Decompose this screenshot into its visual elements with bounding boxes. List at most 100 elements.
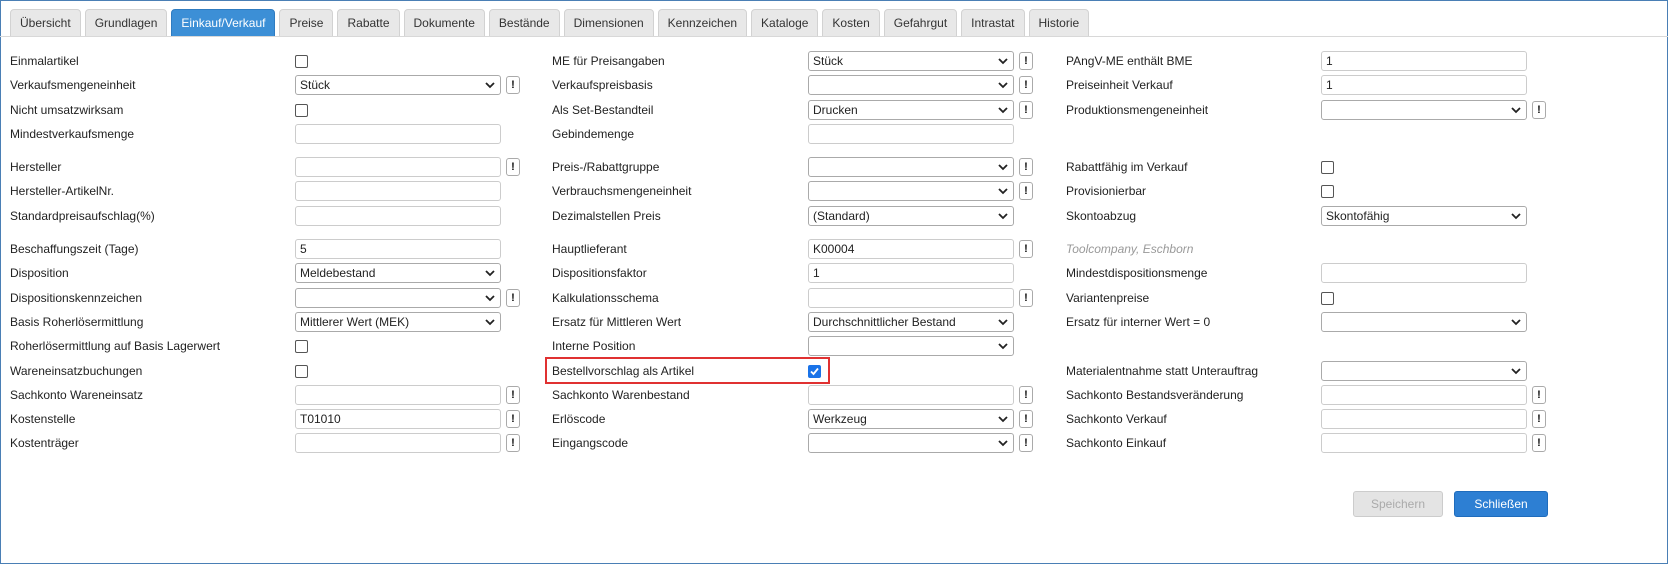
input-pangv[interactable]: 1 (1321, 51, 1527, 71)
input-sachkonto-verkauf[interactable] (1321, 409, 1527, 429)
select-verbrauchsmengeneinheit[interactable] (808, 181, 1014, 201)
label-interne-position: Interne Position (552, 339, 636, 353)
tab-dimensionen[interactable]: Dimensionen (563, 9, 654, 37)
select-set-bestandteil[interactable]: Drucken (808, 100, 1014, 120)
input-gebindemenge[interactable] (808, 124, 1014, 144)
label-sachkonto-bestandsveraenderung: Sachkonto Bestandsveränderung (1066, 388, 1244, 402)
close-button[interactable]: Schließen (1454, 491, 1548, 517)
input-kostenstelle[interactable]: T01010 (295, 409, 501, 429)
tab-historie[interactable]: Historie (1028, 9, 1090, 37)
info-button-set-bestandteil[interactable]: ! (1019, 101, 1033, 119)
info-button-sachkonto-bestandsveraenderung[interactable]: ! (1532, 386, 1546, 404)
tab-rabatte[interactable]: Rabatte (337, 9, 400, 37)
select-dispositionskennzeichen[interactable] (295, 288, 501, 308)
select-verkaufspreisbasis[interactable] (808, 75, 1014, 95)
label-sachkonto-warenbestand: Sachkonto Warenbestand (552, 388, 690, 402)
input-hersteller-artikelnr[interactable] (295, 181, 501, 201)
tab-grundlagen[interactable]: Grundlagen (84, 9, 168, 37)
tab-bestaende[interactable]: Bestände (488, 9, 560, 37)
label-erloescode: Erlöscode (552, 412, 606, 426)
tab-kennzeichen[interactable]: Kennzeichen (657, 9, 748, 37)
input-sachkonto-einkauf[interactable] (1321, 433, 1527, 453)
select-ersatz-interner-wert[interactable] (1321, 312, 1527, 332)
checkbox-bestellvorschlag[interactable] (808, 365, 821, 378)
input-standardpreisaufschlag[interactable] (295, 206, 501, 226)
select-value: Mittlerer Wert (MEK) (300, 315, 410, 329)
select-basis-roherloesermittlung[interactable]: Mittlerer Wert (MEK) (295, 312, 501, 332)
info-button-hersteller[interactable]: ! (506, 158, 520, 176)
checkbox-wareneinsatzbuchungen[interactable] (295, 365, 308, 378)
select-eingangscode[interactable] (808, 433, 1014, 453)
chevron-down-icon (998, 58, 1008, 65)
chevron-down-icon (998, 164, 1008, 171)
tab-preise[interactable]: Preise (279, 9, 334, 37)
save-button[interactable]: Speichern (1353, 491, 1443, 517)
input-mindestdispositionsmenge[interactable] (1321, 263, 1527, 283)
select-verkaufsmengeneinheit[interactable]: Stück (295, 75, 501, 95)
select-produktionsmengeneinheit[interactable] (1321, 100, 1527, 120)
checkbox-provisionierbar[interactable] (1321, 185, 1334, 198)
tab-dokumente[interactable]: Dokumente (403, 9, 485, 37)
select-interne-position[interactable] (808, 336, 1014, 356)
input-sachkonto-wareneinsatz[interactable] (295, 385, 501, 405)
input-kalkulationsschema[interactable] (808, 288, 1014, 308)
input-hersteller[interactable] (295, 157, 501, 177)
lieferant-name-text: Toolcompany, Eschborn (1066, 242, 1194, 256)
info-button-produktionsmengeneinheit[interactable]: ! (1532, 101, 1546, 119)
info-button-verkaufsmengeneinheit[interactable]: ! (506, 76, 520, 94)
label-bestellvorschlag: Bestellvorschlag als Artikel (552, 364, 695, 378)
info-button-kostentraeger[interactable]: ! (506, 434, 520, 452)
info-button-verbrauchsmengeneinheit[interactable]: ! (1019, 182, 1033, 200)
label-materialentnahme: Materialentnahme statt Unterauftrag (1066, 364, 1259, 378)
input-mindestverkaufsmenge[interactable] (295, 124, 501, 144)
checkbox-roherloes-lagerwert[interactable] (295, 340, 308, 353)
tab-kataloge[interactable]: Kataloge (751, 9, 819, 37)
label-ersatz-interner-wert: Ersatz für interner Wert = 0 (1066, 315, 1211, 329)
select-value: Durchschnittlicher Bestand (813, 315, 956, 329)
input-beschaffungszeit[interactable]: 5 (295, 239, 501, 259)
input-sachkonto-bestandsveraenderung[interactable] (1321, 385, 1527, 405)
info-button-dispositionskennzeichen[interactable]: ! (506, 289, 520, 307)
info-button-erloescode[interactable]: ! (1019, 410, 1033, 428)
info-button-hauptlieferant[interactable]: ! (1019, 240, 1033, 258)
info-button-verkaufspreisbasis[interactable]: ! (1019, 76, 1033, 94)
label-me-preisangaben: ME für Preisangaben (552, 54, 665, 68)
label-ersatz-mittlerer-wert: Ersatz für Mittleren Wert (552, 315, 682, 329)
info-button-kalkulationsschema[interactable]: ! (1019, 289, 1033, 307)
checkbox-rabattfaehig[interactable] (1321, 161, 1334, 174)
info-button-sachkonto-verkauf[interactable]: ! (1532, 410, 1546, 428)
select-ersatz-mittlerer-wert[interactable]: Durchschnittlicher Bestand (808, 312, 1014, 332)
select-value: Werkzeug (813, 412, 867, 426)
select-skontoabzug[interactable]: Skontofähig (1321, 206, 1527, 226)
info-button-preis-rabattgruppe[interactable]: ! (1019, 158, 1033, 176)
select-erloescode[interactable]: Werkzeug (808, 409, 1014, 429)
chevron-down-icon (485, 319, 495, 326)
select-dezimalstellen-preis[interactable]: (Standard) (808, 206, 1014, 226)
tab-einkauf-verkauf[interactable]: Einkauf/Verkauf (171, 9, 276, 37)
select-preis-rabattgruppe[interactable] (808, 157, 1014, 177)
tab-gefahrgut[interactable]: Gefahrgut (883, 9, 958, 37)
select-materialentnahme[interactable] (1321, 361, 1527, 381)
checkbox-variantenpreise[interactable] (1321, 292, 1334, 305)
chevron-down-icon (998, 188, 1008, 195)
checkbox-einmalartikel[interactable] (295, 55, 308, 68)
label-hersteller: Hersteller (10, 160, 62, 174)
tab-uebersicht[interactable]: Übersicht (10, 9, 81, 37)
input-kostentraeger[interactable] (295, 433, 501, 453)
info-button-eingangscode[interactable]: ! (1019, 434, 1033, 452)
label-hauptlieferant: Hauptlieferant (552, 242, 627, 256)
info-button-sachkonto-warenbestand[interactable]: ! (1019, 386, 1033, 404)
input-hauptlieferant[interactable]: K00004 (808, 239, 1014, 259)
input-sachkonto-warenbestand[interactable] (808, 385, 1014, 405)
select-me-preisangaben[interactable]: Stück (808, 51, 1014, 71)
select-disposition[interactable]: Meldebestand (295, 263, 501, 283)
tab-intrastat[interactable]: Intrastat (961, 9, 1025, 37)
info-button-sachkonto-einkauf[interactable]: ! (1532, 434, 1546, 452)
info-button-sachkonto-wareneinsatz[interactable]: ! (506, 386, 520, 404)
info-button-me-preisangaben[interactable]: ! (1019, 52, 1033, 70)
input-preiseinheit-verkauf[interactable]: 1 (1321, 75, 1527, 95)
checkbox-nicht-umsatzwirksam[interactable] (295, 104, 308, 117)
input-dispositionsfaktor[interactable]: 1 (808, 263, 1014, 283)
info-button-kostenstelle[interactable]: ! (506, 410, 520, 428)
tab-kosten[interactable]: Kosten (822, 9, 880, 37)
